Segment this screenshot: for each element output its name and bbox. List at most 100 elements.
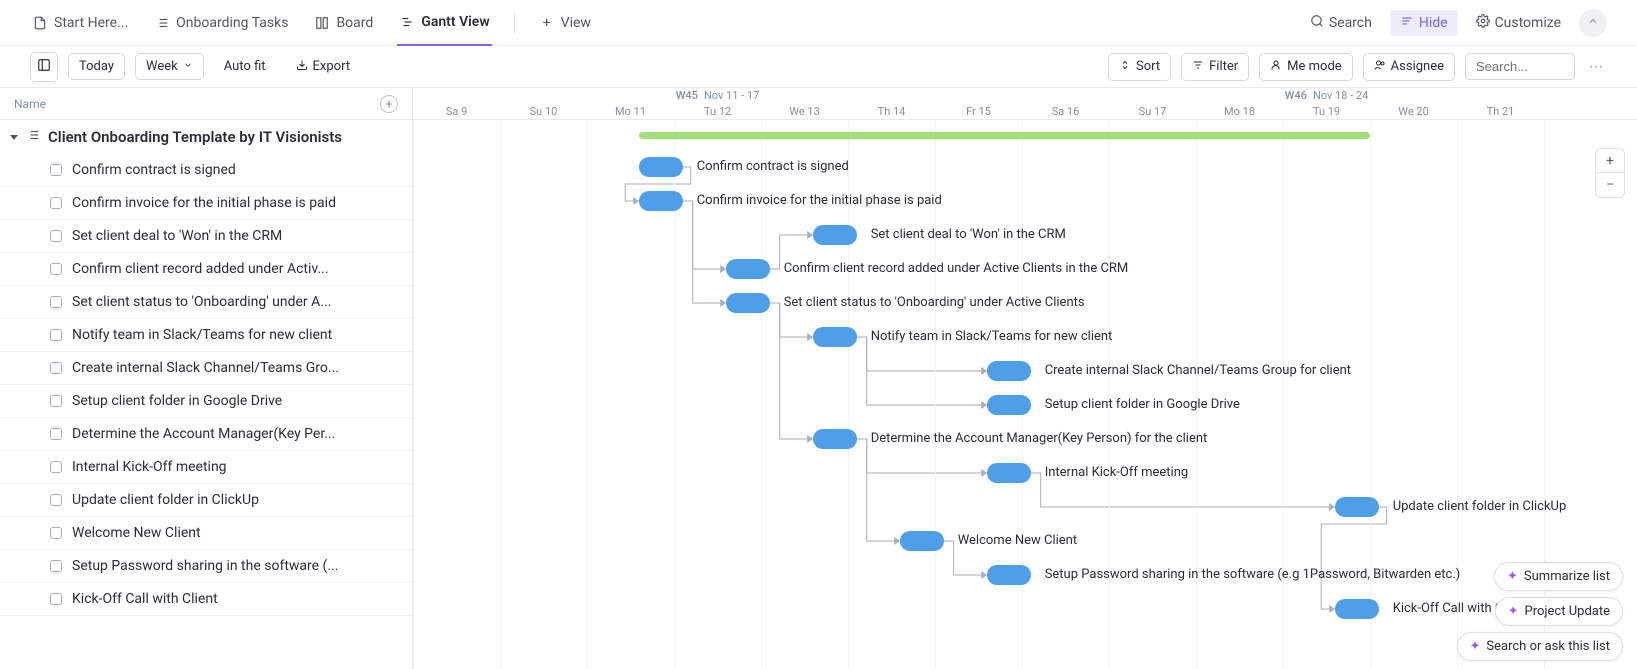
list-icon — [154, 15, 170, 31]
gantt-icon — [399, 14, 415, 30]
more-options-button[interactable]: ⋯ — [1585, 55, 1607, 79]
zoom-controls: + − — [1595, 148, 1625, 198]
status-checkbox[interactable] — [50, 362, 62, 374]
search-icon — [1310, 14, 1324, 32]
task-row[interactable]: Set client deal to 'Won' in the CRM — [0, 220, 412, 253]
tab-onboarding-tasks[interactable]: Onboarding Tasks — [152, 0, 290, 46]
ai-suggestions: ✦Summarize list ✦Project Update ✦Search … — [1457, 562, 1624, 661]
status-checkbox[interactable] — [50, 329, 62, 341]
task-row[interactable]: Setup client folder in Google Drive — [0, 385, 412, 418]
me-mode-button[interactable]: Me mode — [1259, 53, 1353, 81]
task-row[interactable]: Determine the Account Manager(Key Per... — [0, 418, 412, 451]
gantt-bar[interactable] — [987, 361, 1031, 381]
ai-project-update-button[interactable]: ✦Project Update — [1495, 597, 1623, 626]
plus-icon: + — [1606, 153, 1614, 169]
gantt-bar[interactable] — [1335, 599, 1379, 619]
filter-icon — [1192, 59, 1204, 75]
gantt-bar[interactable] — [900, 531, 944, 551]
task-row[interactable]: Set client status to 'Onboarding' under … — [0, 286, 412, 319]
hide-icon — [1400, 14, 1414, 32]
search-input[interactable] — [1465, 53, 1575, 80]
task-row[interactable]: Kick-Off Call with Client — [0, 583, 412, 616]
task-row[interactable]: Confirm invoice for the initial phase is… — [0, 187, 412, 220]
tab-label: Board — [336, 15, 373, 31]
task-row[interactable]: Internal Kick-Off meeting — [0, 451, 412, 484]
gantt-bar[interactable] — [813, 327, 857, 347]
task-name: Confirm invoice for the initial phase is… — [72, 195, 336, 211]
status-checkbox[interactable] — [50, 461, 62, 473]
gantt-bar[interactable] — [987, 395, 1031, 415]
hide-button[interactable]: Hide — [1390, 10, 1458, 36]
status-checkbox[interactable] — [50, 296, 62, 308]
grid-line — [1196, 120, 1197, 669]
summary-bar[interactable] — [639, 132, 1370, 139]
divider — [514, 13, 515, 33]
gantt-bar[interactable] — [1335, 497, 1379, 517]
chevron-down-icon — [183, 59, 193, 74]
task-row[interactable]: Notify team in Slack/Teams for new clien… — [0, 319, 412, 352]
task-row[interactable]: Confirm contract is signed — [0, 154, 412, 187]
gantt-bar[interactable] — [726, 293, 770, 313]
sort-icon — [1119, 59, 1131, 75]
autofit-button[interactable]: Auto fit — [214, 54, 276, 79]
task-name: Internal Kick-Off meeting — [72, 459, 227, 475]
search-button[interactable]: Search — [1304, 10, 1378, 36]
group-header[interactable]: Client Onboarding Template by IT Visioni… — [0, 120, 412, 154]
scale-dropdown[interactable]: Week — [135, 53, 204, 80]
tab-add-view[interactable]: + View — [537, 0, 593, 46]
sidebar-toggle-button[interactable] — [30, 52, 58, 82]
sparkle-icon: ✦ — [1508, 604, 1519, 619]
task-row[interactable]: Confirm client record added under Activ.… — [0, 253, 412, 286]
gantt-bar-label: Create internal Slack Channel/Teams Grou… — [1045, 363, 1351, 378]
status-checkbox[interactable] — [50, 560, 62, 572]
zoom-in-button[interactable]: + — [1596, 149, 1624, 173]
ai-summarize-button[interactable]: ✦Summarize list — [1494, 562, 1623, 591]
sort-button[interactable]: Sort — [1108, 53, 1171, 81]
customize-button[interactable]: Customize — [1470, 10, 1567, 36]
doc-icon — [32, 15, 48, 31]
group-title: Client Onboarding Template by IT Visioni… — [48, 128, 342, 146]
gantt-bar[interactable] — [813, 429, 857, 449]
today-button[interactable]: Today — [68, 53, 125, 80]
filter-button[interactable]: Filter — [1181, 53, 1249, 81]
status-checkbox[interactable] — [50, 197, 62, 209]
grid-line — [1370, 120, 1371, 669]
gantt-bar[interactable] — [987, 463, 1031, 483]
add-column-button[interactable]: + — [380, 95, 398, 113]
task-name: Set client deal to 'Won' in the CRM — [72, 228, 282, 244]
minus-icon: − — [1606, 177, 1614, 193]
gantt-bar[interactable] — [639, 157, 683, 177]
task-row[interactable]: Welcome New Client — [0, 517, 412, 550]
status-checkbox[interactable] — [50, 395, 62, 407]
day-header: Sa 9 — [413, 104, 500, 119]
gear-icon — [1476, 14, 1490, 32]
status-checkbox[interactable] — [50, 494, 62, 506]
tab-gantt-view[interactable]: Gantt View — [397, 0, 491, 46]
gantt-bar-label: Confirm contract is signed — [697, 159, 849, 174]
gantt-bar[interactable] — [726, 259, 770, 279]
task-row[interactable]: Setup Password sharing in the software (… — [0, 550, 412, 583]
gantt-bar[interactable] — [987, 565, 1031, 585]
task-name: Set client status to 'Onboarding' under … — [72, 294, 331, 310]
gantt-bar[interactable] — [639, 191, 683, 211]
status-checkbox[interactable] — [50, 263, 62, 275]
task-name: Setup Password sharing in the software (… — [72, 558, 338, 574]
status-checkbox[interactable] — [50, 428, 62, 440]
grid-line — [1283, 120, 1284, 669]
tab-start-here[interactable]: Start Here... — [30, 0, 130, 46]
ai-ask-button[interactable]: ✦Search or ask this list — [1457, 632, 1624, 661]
assignee-button[interactable]: Assignee — [1363, 53, 1455, 81]
status-checkbox[interactable] — [50, 593, 62, 605]
status-checkbox[interactable] — [50, 230, 62, 242]
tab-board[interactable]: Board — [312, 0, 375, 46]
gantt-chart[interactable]: W45Nov 11 - 17W46Nov 18 - 24 Sa 9Su 10Mo… — [413, 88, 1637, 669]
tab-label: Onboarding Tasks — [176, 15, 288, 31]
status-checkbox[interactable] — [50, 527, 62, 539]
gantt-bar[interactable] — [813, 225, 857, 245]
task-row[interactable]: Update client folder in ClickUp — [0, 484, 412, 517]
task-row[interactable]: Create internal Slack Channel/Teams Gro.… — [0, 352, 412, 385]
collapse-button[interactable] — [1579, 9, 1607, 37]
export-button[interactable]: Export — [286, 54, 361, 80]
zoom-out-button[interactable]: − — [1596, 173, 1624, 197]
status-checkbox[interactable] — [50, 164, 62, 176]
